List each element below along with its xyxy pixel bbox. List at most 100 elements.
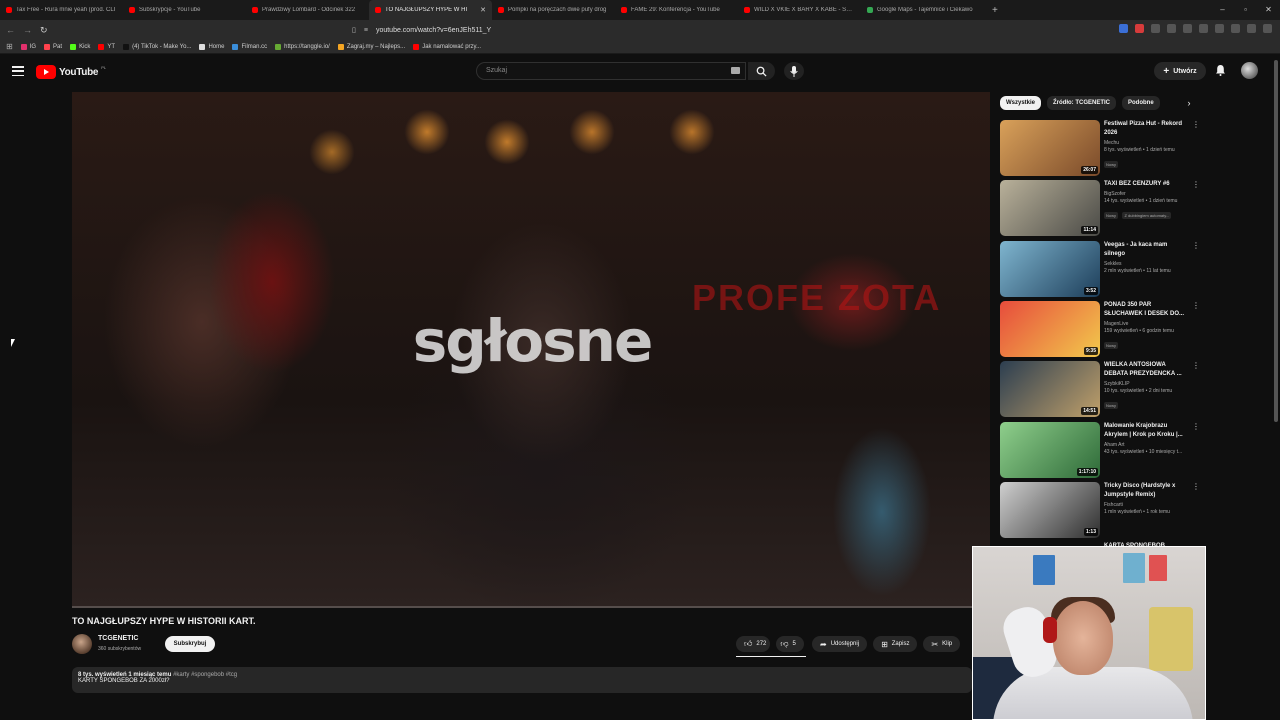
channel-name[interactable]: SzybkiKLIP: [1104, 381, 1190, 387]
more-options-icon[interactable]: ⋮: [1192, 241, 1200, 249]
voice-search-button[interactable]: [784, 62, 804, 80]
chevron-right-icon[interactable]: ›: [1182, 96, 1196, 110]
create-button[interactable]: + Utwórz: [1154, 62, 1206, 80]
browser-tab[interactable]: Pompki na poręczach dwie pufy drog: [492, 0, 615, 20]
like-button[interactable]: 👍︎ 272: [736, 636, 771, 652]
bookmark-item[interactable]: YT: [98, 43, 115, 50]
browser-tab[interactable]: Prawdziwy Lombard - Odcinek 322: [246, 0, 369, 20]
channel-name[interactable]: Mechu: [1104, 140, 1190, 146]
filter-chip[interactable]: Wszystkie: [1000, 96, 1042, 110]
search-button[interactable]: [748, 62, 775, 80]
bookmark-item[interactable]: Jak namalować przy...: [413, 43, 481, 50]
bookmark-item[interactable]: Zagraj.my – Najleps...: [337, 43, 405, 50]
channel-name[interactable]: TCGENETIC: [98, 635, 138, 642]
video-title[interactable]: WIELKA ANTOSIOWA DEBATA PREZYDENCKA ...: [1104, 361, 1190, 379]
channel-name[interactable]: Sekkles: [1104, 261, 1190, 267]
close-tab-icon[interactable]: ✕: [480, 6, 486, 14]
bookmark-icon[interactable]: ▯: [352, 26, 356, 34]
recommended-video[interactable]: 1:17:10 Malowanie Krajobrazu Akrylem | Kr…: [1000, 421, 1200, 478]
channel-name[interactable]: Aham Art: [1104, 442, 1190, 448]
channel-avatar[interactable]: [72, 634, 92, 654]
minimize-icon[interactable]: –: [1211, 0, 1234, 20]
menu-hamburger-icon[interactable]: [12, 66, 24, 76]
browser-tab[interactable]: Google Maps - Tajemnice i Ciekawo: [861, 0, 984, 20]
keyboard-icon[interactable]: [731, 67, 740, 74]
description-box[interactable]: 8 tys. wyświetleń 1 miesiąc temu #karty …: [72, 667, 972, 693]
extension-icon[interactable]: [1247, 24, 1256, 33]
recommended-video[interactable]: 26:07 Festiwal Pizza Hut - Rekord 2026 Mec…: [1000, 120, 1200, 176]
recommended-video[interactable]: 14:51 WIELKA ANTOSIOWA DEBATA PREZYDENCKA…: [1000, 361, 1200, 418]
extension-icon[interactable]: [1231, 24, 1240, 33]
bookmark-item[interactable]: (4) TikTok - Make Yo...: [123, 43, 191, 50]
video-thumbnail[interactable]: 9:35: [1000, 300, 1100, 357]
extension-icon[interactable]: [1151, 24, 1160, 33]
url-field[interactable]: ▯ ≡ youtube.com/watch?v=6enJEh511_Y: [352, 22, 912, 38]
filter-chip[interactable]: Źródło: TCGENETIC: [1047, 96, 1117, 110]
youtube-logo[interactable]: YouTube PL: [36, 65, 106, 79]
video-thumbnail[interactable]: 1:17:10: [1000, 421, 1100, 478]
filter-chip[interactable]: Podobne: [1122, 96, 1160, 110]
account-avatar[interactable]: [1241, 62, 1258, 79]
video-title[interactable]: Veegas - Ja kaca mam silnego: [1104, 241, 1190, 259]
more-options-icon[interactable]: ⋮: [1192, 301, 1200, 309]
site-info-icon[interactable]: ≡: [364, 27, 368, 34]
video-title[interactable]: PONAD 350 PAR SŁUCHAWEK I DESEK DO...: [1104, 301, 1190, 319]
channel-name[interactable]: MagenLive: [1104, 321, 1190, 327]
video-title[interactable]: Festiwal Pizza Hut - Rekord 2026: [1104, 120, 1190, 138]
clip-button[interactable]: ✂ Klip: [923, 636, 961, 652]
extension-icon[interactable]: [1215, 24, 1224, 33]
apps-grid-icon[interactable]: ⊞: [6, 42, 13, 51]
save-button[interactable]: ⊞ Zapisz: [873, 636, 918, 652]
maximize-icon[interactable]: ▫: [1234, 0, 1257, 20]
recommended-video[interactable]: 11:14 TAXI BEZ CENZURY #6 BigSzofer 14 tys.…: [1000, 180, 1200, 237]
bookmark-item[interactable]: Home: [199, 43, 224, 50]
video-player[interactable]: PROFE ZOTA sgłosne: [72, 92, 990, 608]
more-options-icon[interactable]: ⋮: [1192, 362, 1200, 370]
more-options-icon[interactable]: ⋮: [1192, 422, 1200, 430]
bookmark-item[interactable]: Kick: [70, 43, 90, 50]
video-thumbnail[interactable]: 11:14: [1000, 180, 1100, 237]
search-input[interactable]: Szukaj: [476, 62, 746, 80]
browser-tab[interactable]: Tax Free - Rura mnie yeah (prod. CLI: [0, 0, 123, 20]
video-title[interactable]: TAXI BEZ CENZURY #6: [1104, 180, 1190, 189]
new-tab-button[interactable]: +: [984, 5, 1006, 16]
close-window-icon[interactable]: ✕: [1257, 0, 1280, 20]
share-button[interactable]: ➦ Udostępnij: [812, 636, 868, 652]
forward-icon[interactable]: →: [23, 25, 32, 35]
more-options-icon[interactable]: ⋮: [1192, 482, 1200, 490]
browser-tab[interactable]: WILD X VKIE X BARY X KABE - SZLAI: [738, 0, 861, 20]
bookmark-item[interactable]: IG: [20, 43, 36, 50]
video-thumbnail[interactable]: 1:13: [1000, 481, 1100, 538]
bookmark-item[interactable]: Pat: [44, 43, 62, 50]
extension-icon[interactable]: [1135, 24, 1144, 33]
more-options-icon[interactable]: ⋮: [1192, 181, 1200, 189]
browser-tab[interactable]: TO NAJGŁUPSZY HYPE W HI ✕: [369, 0, 492, 20]
recommended-video[interactable]: 3:52 Veegas - Ja kaca mam silnego Sekkles 2…: [1000, 240, 1200, 297]
browser-tab[interactable]: Subskrypcje - YouTube: [123, 0, 246, 20]
video-thumbnail[interactable]: 26:07: [1000, 120, 1100, 176]
reload-icon[interactable]: ↻: [40, 25, 48, 36]
channel-name[interactable]: BigSzofer: [1104, 191, 1190, 197]
back-icon[interactable]: ←: [6, 25, 15, 35]
channel-name[interactable]: Fishcarti: [1104, 502, 1190, 508]
video-title[interactable]: Malowanie Krajobrazu Akrylem | Krok po K…: [1104, 422, 1190, 440]
extension-icon[interactable]: [1183, 24, 1192, 33]
page-scrollbar[interactable]: [1274, 60, 1278, 422]
extension-icon[interactable]: [1199, 24, 1208, 33]
video-thumbnail[interactable]: 3:52: [1000, 240, 1100, 297]
menu-icon[interactable]: [1263, 24, 1272, 33]
video-title[interactable]: Tricky Disco (Hardstyle x Jumpstyle Remi…: [1104, 482, 1190, 500]
subscribe-button[interactable]: Subskrybuj: [165, 636, 215, 652]
bookmark-item[interactable]: https://tanggle.io/: [275, 43, 330, 50]
more-options-icon[interactable]: ⋮: [1192, 121, 1200, 129]
hashtags[interactable]: #karty #spongebob #tcg: [173, 672, 237, 678]
video-progress-bar[interactable]: [72, 606, 990, 608]
extension-icon[interactable]: [1119, 24, 1128, 33]
recommended-video[interactable]: 1:13 Tricky Disco (Hardstyle x Jumpstyle …: [1000, 481, 1200, 538]
video-thumbnail[interactable]: 14:51: [1000, 361, 1100, 418]
bookmark-item[interactable]: Filman.cc: [232, 43, 267, 50]
extension-icon[interactable]: [1167, 24, 1176, 33]
notifications-button[interactable]: [1213, 63, 1227, 77]
browser-tab[interactable]: FAME 29: Konferencja - YouTube: [615, 0, 738, 20]
dislike-button[interactable]: 👎︎ 5: [776, 636, 804, 652]
